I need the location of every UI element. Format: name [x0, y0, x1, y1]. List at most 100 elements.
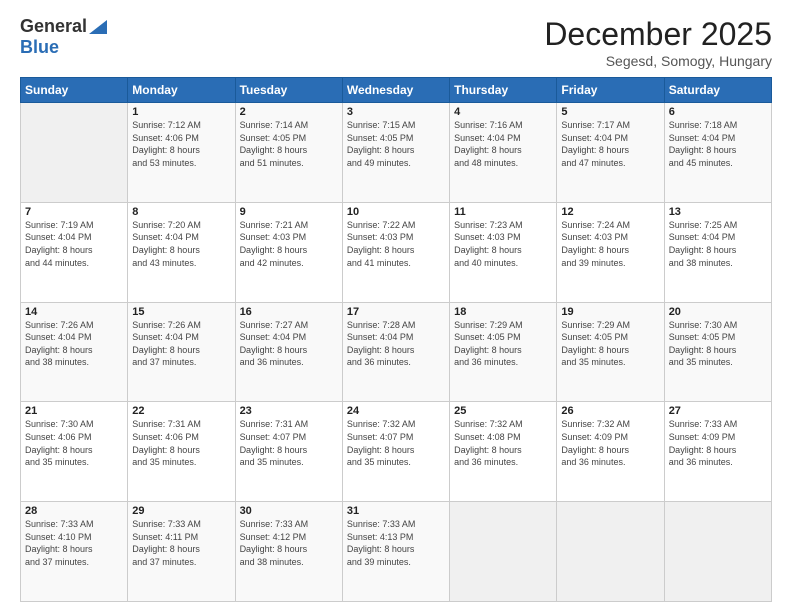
- day-info: Sunrise: 7:32 AMSunset: 4:09 PMDaylight:…: [561, 418, 659, 468]
- sunset-text: Sunset: 4:08 PM: [454, 431, 552, 444]
- sunrise-text: Sunrise: 7:27 AM: [240, 319, 338, 332]
- sunrise-text: Sunrise: 7:21 AM: [240, 219, 338, 232]
- daylight-text: Daylight: 8 hours: [132, 244, 230, 257]
- sunrise-text: Sunrise: 7:15 AM: [347, 119, 445, 132]
- sunrise-text: Sunrise: 7:29 AM: [561, 319, 659, 332]
- sunset-text: Sunset: 4:05 PM: [454, 331, 552, 344]
- daylight-text: Daylight: 8 hours: [561, 244, 659, 257]
- day-info: Sunrise: 7:33 AMSunset: 4:13 PMDaylight:…: [347, 518, 445, 568]
- sunrise-text: Sunrise: 7:32 AM: [454, 418, 552, 431]
- daylight-minutes: and 35 minutes.: [561, 356, 659, 369]
- daylight-minutes: and 37 minutes.: [132, 556, 230, 569]
- day-number: 11: [454, 206, 552, 218]
- day-info: Sunrise: 7:30 AMSunset: 4:06 PMDaylight:…: [25, 418, 123, 468]
- daylight-minutes: and 45 minutes.: [669, 157, 767, 170]
- sunset-text: Sunset: 4:05 PM: [669, 331, 767, 344]
- sunrise-text: Sunrise: 7:29 AM: [454, 319, 552, 332]
- daylight-minutes: and 35 minutes.: [240, 456, 338, 469]
- table-row: [21, 103, 128, 203]
- daylight-text: Daylight: 8 hours: [347, 543, 445, 556]
- day-number: 31: [347, 505, 445, 517]
- day-info: Sunrise: 7:33 AMSunset: 4:09 PMDaylight:…: [669, 418, 767, 468]
- daylight-minutes: and 40 minutes.: [454, 257, 552, 270]
- sunrise-text: Sunrise: 7:30 AM: [669, 319, 767, 332]
- table-row: 18Sunrise: 7:29 AMSunset: 4:05 PMDayligh…: [450, 302, 557, 402]
- daylight-text: Daylight: 8 hours: [240, 244, 338, 257]
- day-number: 12: [561, 206, 659, 218]
- table-row: 14Sunrise: 7:26 AMSunset: 4:04 PMDayligh…: [21, 302, 128, 402]
- day-info: Sunrise: 7:26 AMSunset: 4:04 PMDaylight:…: [132, 319, 230, 369]
- daylight-text: Daylight: 8 hours: [347, 444, 445, 457]
- table-row: 31Sunrise: 7:33 AMSunset: 4:13 PMDayligh…: [342, 502, 449, 602]
- day-info: Sunrise: 7:14 AMSunset: 4:05 PMDaylight:…: [240, 119, 338, 169]
- table-row: [557, 502, 664, 602]
- day-info: Sunrise: 7:29 AMSunset: 4:05 PMDaylight:…: [454, 319, 552, 369]
- sunrise-text: Sunrise: 7:32 AM: [347, 418, 445, 431]
- day-info: Sunrise: 7:12 AMSunset: 4:06 PMDaylight:…: [132, 119, 230, 169]
- sunset-text: Sunset: 4:04 PM: [454, 132, 552, 145]
- day-number: 21: [25, 405, 123, 417]
- table-row: 28Sunrise: 7:33 AMSunset: 4:10 PMDayligh…: [21, 502, 128, 602]
- sunrise-text: Sunrise: 7:17 AM: [561, 119, 659, 132]
- day-info: Sunrise: 7:31 AMSunset: 4:06 PMDaylight:…: [132, 418, 230, 468]
- day-number: 26: [561, 405, 659, 417]
- logo-icon: [89, 20, 107, 34]
- daylight-minutes: and 38 minutes.: [240, 556, 338, 569]
- calendar-week-0: 1Sunrise: 7:12 AMSunset: 4:06 PMDaylight…: [21, 103, 772, 203]
- sunset-text: Sunset: 4:06 PM: [132, 132, 230, 145]
- table-row: 17Sunrise: 7:28 AMSunset: 4:04 PMDayligh…: [342, 302, 449, 402]
- sunrise-text: Sunrise: 7:25 AM: [669, 219, 767, 232]
- table-row: 8Sunrise: 7:20 AMSunset: 4:04 PMDaylight…: [128, 202, 235, 302]
- sunrise-text: Sunrise: 7:26 AM: [25, 319, 123, 332]
- daylight-minutes: and 35 minutes.: [347, 456, 445, 469]
- header-thursday: Thursday: [450, 78, 557, 103]
- table-row: 20Sunrise: 7:30 AMSunset: 4:05 PMDayligh…: [664, 302, 771, 402]
- table-row: 2Sunrise: 7:14 AMSunset: 4:05 PMDaylight…: [235, 103, 342, 203]
- table-row: 6Sunrise: 7:18 AMSunset: 4:04 PMDaylight…: [664, 103, 771, 203]
- sunset-text: Sunset: 4:04 PM: [347, 331, 445, 344]
- day-info: Sunrise: 7:29 AMSunset: 4:05 PMDaylight:…: [561, 319, 659, 369]
- sunrise-text: Sunrise: 7:33 AM: [240, 518, 338, 531]
- sunrise-text: Sunrise: 7:32 AM: [561, 418, 659, 431]
- sunset-text: Sunset: 4:04 PM: [132, 331, 230, 344]
- table-row: 29Sunrise: 7:33 AMSunset: 4:11 PMDayligh…: [128, 502, 235, 602]
- daylight-text: Daylight: 8 hours: [561, 444, 659, 457]
- table-row: 16Sunrise: 7:27 AMSunset: 4:04 PMDayligh…: [235, 302, 342, 402]
- sunrise-text: Sunrise: 7:28 AM: [347, 319, 445, 332]
- day-info: Sunrise: 7:27 AMSunset: 4:04 PMDaylight:…: [240, 319, 338, 369]
- sunrise-text: Sunrise: 7:22 AM: [347, 219, 445, 232]
- daylight-minutes: and 51 minutes.: [240, 157, 338, 170]
- sunset-text: Sunset: 4:06 PM: [132, 431, 230, 444]
- sunset-text: Sunset: 4:05 PM: [347, 132, 445, 145]
- day-number: 17: [347, 306, 445, 318]
- sunset-text: Sunset: 4:10 PM: [25, 531, 123, 544]
- day-number: 9: [240, 206, 338, 218]
- table-row: 9Sunrise: 7:21 AMSunset: 4:03 PMDaylight…: [235, 202, 342, 302]
- sunset-text: Sunset: 4:04 PM: [132, 231, 230, 244]
- day-number: 7: [25, 206, 123, 218]
- sunrise-text: Sunrise: 7:30 AM: [25, 418, 123, 431]
- day-info: Sunrise: 7:31 AMSunset: 4:07 PMDaylight:…: [240, 418, 338, 468]
- day-number: 24: [347, 405, 445, 417]
- daylight-minutes: and 37 minutes.: [132, 356, 230, 369]
- header-friday: Friday: [557, 78, 664, 103]
- sunset-text: Sunset: 4:04 PM: [669, 132, 767, 145]
- sunset-text: Sunset: 4:04 PM: [561, 132, 659, 145]
- sunset-text: Sunset: 4:03 PM: [561, 231, 659, 244]
- day-number: 5: [561, 106, 659, 118]
- daylight-text: Daylight: 8 hours: [669, 244, 767, 257]
- day-number: 22: [132, 405, 230, 417]
- table-row: 25Sunrise: 7:32 AMSunset: 4:08 PMDayligh…: [450, 402, 557, 502]
- daylight-minutes: and 36 minutes.: [454, 356, 552, 369]
- daylight-minutes: and 39 minutes.: [561, 257, 659, 270]
- table-row: 24Sunrise: 7:32 AMSunset: 4:07 PMDayligh…: [342, 402, 449, 502]
- calendar-week-4: 28Sunrise: 7:33 AMSunset: 4:10 PMDayligh…: [21, 502, 772, 602]
- sunrise-text: Sunrise: 7:18 AM: [669, 119, 767, 132]
- daylight-minutes: and 41 minutes.: [347, 257, 445, 270]
- sunset-text: Sunset: 4:06 PM: [25, 431, 123, 444]
- day-info: Sunrise: 7:16 AMSunset: 4:04 PMDaylight:…: [454, 119, 552, 169]
- logo: General Blue: [20, 16, 107, 58]
- sunrise-text: Sunrise: 7:33 AM: [25, 518, 123, 531]
- daylight-text: Daylight: 8 hours: [347, 244, 445, 257]
- month-title: December 2025: [544, 16, 772, 53]
